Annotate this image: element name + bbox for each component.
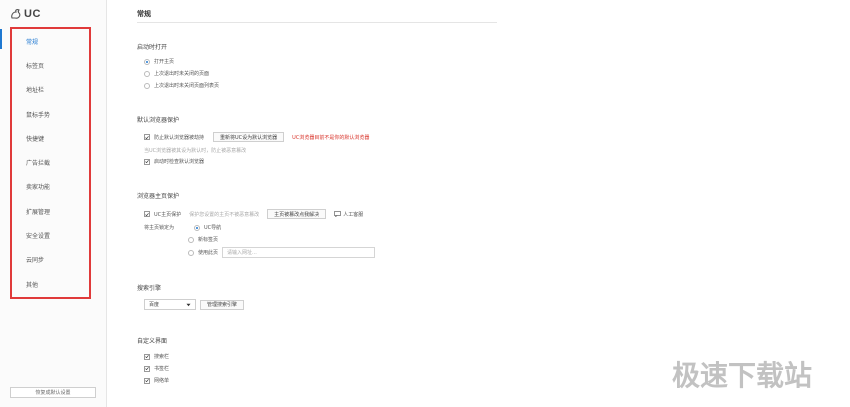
option-label: 打开主页 (154, 59, 175, 65)
support-link[interactable]: 人工客服 (334, 211, 363, 218)
restore-defaults-button[interactable]: 恢复成默认设置 (10, 387, 96, 398)
homepage-tampered-button[interactable]: 主页被篡改点我解决 (267, 209, 327, 219)
sidebar-item-general[interactable]: 常规 (12, 29, 89, 53)
app-logo: UC (10, 8, 41, 20)
custom-ui-searchbar-row[interactable]: 搜索栏 (144, 353, 169, 360)
uc-squirrel-icon (11, 9, 21, 19)
title-divider (137, 22, 497, 23)
sidebar-item-extensions[interactable]: 扩展管理 (12, 199, 89, 223)
sidebar-item-seller-tools[interactable]: 卖家功能 (12, 175, 89, 199)
homepage-protect-row: UC主页保护 保护您设置的主页不被恶意篡改 主页被篡改点我解决 人工客服 (144, 209, 363, 219)
bookmarks-bar-label: 书签栏 (154, 366, 170, 372)
checkmark-icon (145, 212, 149, 216)
sidebar-item-tabs[interactable]: 标签页 (12, 53, 89, 77)
radio-button[interactable] (144, 70, 150, 77)
sidebar-item-ad-block[interactable]: 广告拦截 (12, 150, 89, 174)
searchbar-label: 搜索栏 (154, 354, 170, 360)
radio-button[interactable] (144, 82, 150, 89)
default-browser-protect-row: 防止默认浏览器被劫持 重新将UC设为默认浏览器 UC浏览器目前不是你的默认浏览器 (144, 132, 369, 142)
lock-uc-nav-radio[interactable] (194, 224, 201, 231)
homepage-protect-section-title: 浏览器主页保护 (137, 193, 180, 200)
chat-icon (334, 211, 342, 217)
logo-text: UC (24, 8, 41, 20)
support-label: 人工客服 (343, 211, 364, 218)
netlist-label: 网络单 (154, 378, 170, 384)
check-default-checkbox[interactable] (144, 158, 150, 165)
checkmark-icon (145, 367, 149, 371)
homepage-protect-hint: 保护您设置的主页不被恶意篡改 (189, 211, 260, 218)
sidebar-nav: 常规 标签页 地址栏 鼠标手势 快捷键 广告拦截 卖家功能 扩展管理 安全设置 … (12, 29, 89, 296)
settings-panel: 常规 启动时打开 打开主页 上次退出时未关闭的页面 上次退出时未关闭页面列表页 … (122, 0, 502, 407)
selected-engine-label: 百度 (149, 302, 160, 308)
sidebar-item-cloud-sync[interactable]: 云同步 (12, 248, 89, 272)
startup-section-title: 启动时打开 (137, 44, 168, 51)
homepage-url-input[interactable]: 请输入网址... (222, 247, 376, 258)
homepage-protect-label: UC主页保护 (154, 211, 182, 218)
startup-option-last-session-list[interactable]: 上次退出时未关闭页面列表页 (144, 82, 219, 89)
lock-custom-label: 使用此页 (198, 250, 219, 256)
protect-default-label: 防止默认浏览器被劫持 (154, 134, 205, 141)
chevron-down-icon (186, 303, 191, 306)
checkmark-icon (145, 135, 149, 139)
search-section-title: 搜索引擎 (137, 285, 162, 292)
check-default-label: 启动时检查默认浏览器 (154, 159, 205, 165)
radio-button[interactable] (144, 58, 150, 65)
option-label: 上次退出时未关闭页面列表页 (154, 83, 220, 89)
watermark: 极速下载站 (672, 359, 813, 392)
searchbar-checkbox[interactable] (144, 353, 150, 360)
bookmarks-bar-checkbox[interactable] (144, 365, 150, 372)
checkmark-icon (145, 379, 149, 383)
hint-text: 当UC浏览器被其设为默认时，防止被恶意篡改 (144, 148, 247, 154)
not-default-warning: UC浏览器目前不是你的默认浏览器 (292, 134, 370, 141)
custom-ui-section-title: 自定义界面 (137, 338, 168, 345)
nav-highlight-box: 常规 标签页 地址栏 鼠标手势 快捷键 广告拦截 卖家功能 扩展管理 安全设置 … (10, 27, 91, 299)
lock-newtab-row[interactable]: 新标签页 (188, 236, 218, 243)
homepage-lock-label: 将主页锁定为 (144, 225, 175, 231)
custom-ui-netlist-row[interactable]: 网络单 (144, 377, 169, 384)
active-indicator (0, 29, 2, 49)
manage-search-engines-button[interactable]: 管理搜索引擎 (200, 299, 245, 310)
search-engine-row: 百度 管理搜索引擎 (144, 299, 245, 310)
option-label: 上次退出时未关闭的页面 (154, 71, 210, 77)
page-title: 常规 (137, 10, 151, 18)
lock-newtab-label: 新标签页 (198, 237, 219, 243)
custom-ui-bookmarks-row[interactable]: 书签栏 (144, 365, 169, 372)
sidebar-item-other[interactable]: 其他 (12, 272, 89, 296)
lock-uc-nav-label: UC导航 (204, 225, 222, 231)
checkmark-icon (145, 160, 149, 164)
checkmark-icon (145, 355, 149, 359)
lock-newtab-radio[interactable] (188, 236, 194, 243)
sidebar-item-address-bar[interactable]: 地址栏 (12, 78, 89, 102)
default-browser-hint: 当UC浏览器被其设为默认时，防止被恶意篡改 (144, 147, 246, 154)
sidebar-item-security[interactable]: 安全设置 (12, 223, 89, 247)
sidebar: UC 常规 标签页 地址栏 鼠标手势 快捷键 广告拦截 卖家功能 扩展管理 安全… (0, 0, 107, 407)
search-engine-select[interactable]: 百度 (144, 299, 196, 310)
lock-custom-row: 使用此页 请输入网址... (188, 247, 376, 258)
startup-option-homepage[interactable]: 打开主页 (144, 58, 174, 65)
default-browser-section-title: 默认浏览器保护 (137, 117, 180, 124)
protect-default-checkbox[interactable] (144, 134, 150, 140)
check-default-on-start-row[interactable]: 启动时检查默认浏览器 (144, 158, 204, 165)
netlist-checkbox[interactable] (144, 377, 150, 384)
startup-option-last-session[interactable]: 上次退出时未关闭的页面 (144, 70, 209, 77)
set-default-browser-button[interactable]: 重新将UC设为默认浏览器 (213, 132, 285, 142)
homepage-lock-row: 将主页锁定为 UC导航 (144, 224, 221, 231)
sidebar-item-mouse-gestures[interactable]: 鼠标手势 (12, 102, 89, 126)
sidebar-item-shortcuts[interactable]: 快捷键 (12, 126, 89, 150)
lock-custom-radio[interactable] (188, 249, 194, 256)
homepage-protect-checkbox[interactable] (144, 211, 150, 217)
